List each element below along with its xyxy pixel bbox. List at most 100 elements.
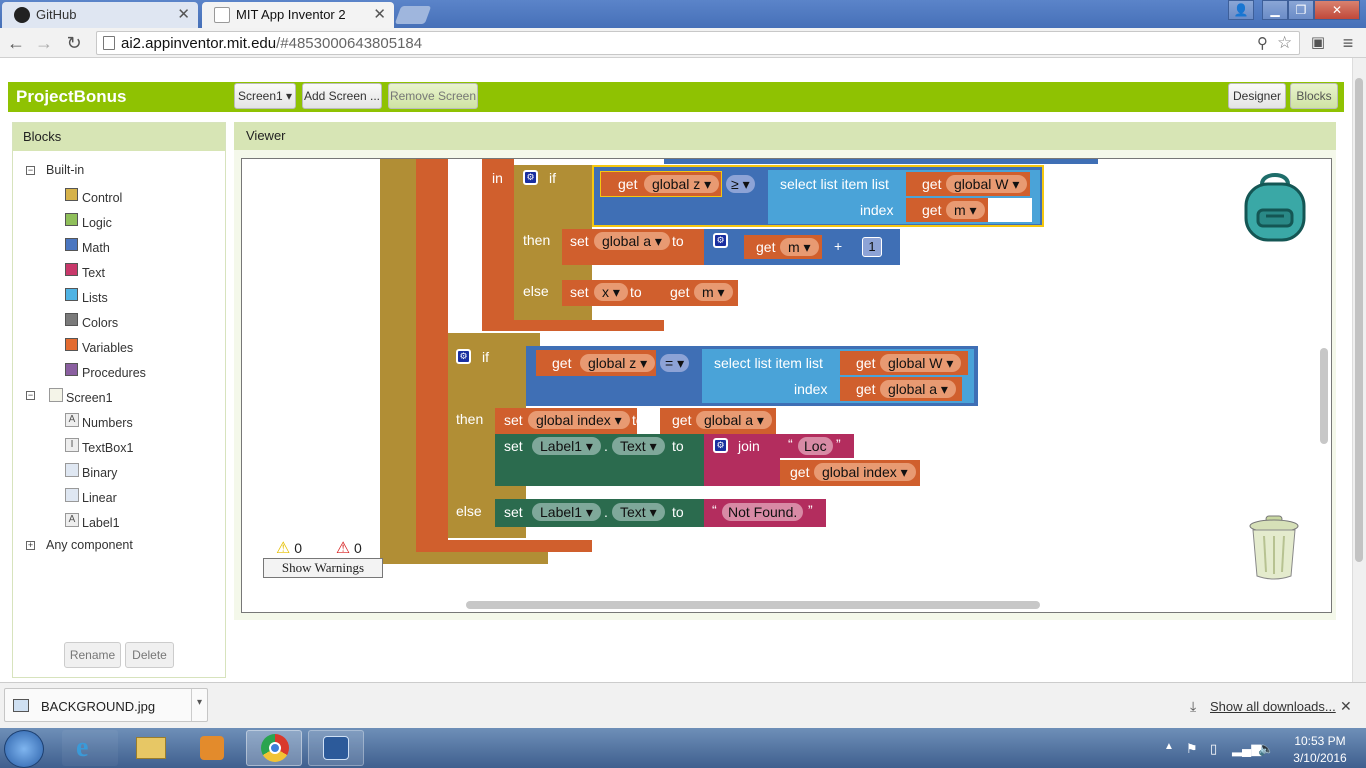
media-player-icon[interactable] [186, 730, 242, 766]
collapse-icon[interactable]: − [26, 166, 35, 175]
tree-label1[interactable]: Label1 [82, 516, 120, 530]
tree-binary[interactable]: Binary [82, 466, 117, 480]
m-dropdown[interactable]: m ▾ [780, 238, 819, 256]
control-block-footer[interactable] [380, 552, 548, 564]
address-bar[interactable]: ai2.appinventor.mit.edu/#485300064380518… [96, 31, 1300, 55]
remote-app-icon[interactable] [308, 730, 364, 766]
page-scrollbar-thumb[interactable] [1355, 78, 1363, 562]
tab-github[interactable]: GitHub ✕ [2, 2, 198, 28]
chevron-down-icon[interactable]: ▾ [197, 697, 202, 708]
label1-dropdown[interactable]: Label1 ▾ [532, 503, 601, 521]
show-all-downloads-link[interactable]: Show all downloads... [1210, 699, 1336, 714]
tree-colors[interactable]: Colors [82, 316, 118, 330]
action-center-icon[interactable]: ⚑ [1186, 741, 1198, 757]
tree-numbers[interactable]: Numbers [82, 416, 133, 430]
close-icon[interactable]: ✕ [1340, 698, 1352, 715]
rename-button[interactable]: Rename [64, 642, 121, 668]
eq-operator-dropdown[interactable]: = ▾ [660, 354, 690, 372]
tree-any-component[interactable]: Any component [46, 538, 133, 552]
tree-linear[interactable]: Linear [82, 491, 117, 505]
download-item[interactable]: BACKGROUND.jpg ▾ [4, 688, 208, 722]
m-dropdown[interactable]: m ▾ [946, 201, 985, 219]
m-dropdown[interactable]: m ▾ [694, 283, 733, 301]
key-icon[interactable]: ⚲ [1257, 34, 1268, 52]
local-variable-footer[interactable] [416, 540, 592, 552]
if-block-2-footer[interactable] [448, 527, 526, 538]
text-loc-value[interactable]: Loc [798, 437, 833, 455]
global-index-dropdown[interactable]: global index ▾ [814, 463, 916, 481]
explorer-icon[interactable] [124, 730, 180, 766]
label1-dropdown[interactable]: Label1 ▾ [532, 437, 601, 455]
tree-lists[interactable]: Lists [82, 291, 108, 305]
menu-icon[interactable]: ≡ [1336, 32, 1360, 54]
gte-operator-dropdown[interactable]: ≥ ▾ [726, 175, 755, 193]
global-index-dropdown[interactable]: global index ▾ [528, 411, 630, 429]
global-a-dropdown[interactable]: global a ▾ [696, 411, 772, 429]
close-window-icon[interactable]: ✕ [1314, 0, 1360, 20]
clock-date[interactable]: 3/10/2016 [1290, 751, 1350, 765]
global-w-dropdown[interactable]: global W ▾ [946, 175, 1028, 193]
extension-icon[interactable]: ▣ [1306, 32, 1330, 54]
text-property-dropdown[interactable]: Text ▾ [612, 503, 665, 521]
tree-control[interactable]: Control [82, 191, 122, 205]
if-block-2-top[interactable] [448, 333, 540, 347]
network-icon[interactable]: ▂▄▆ [1232, 741, 1261, 757]
text-property-dropdown[interactable]: Text ▾ [612, 437, 665, 455]
close-icon[interactable]: ✕ [373, 5, 386, 23]
add-screen-button[interactable]: Add Screen ... [302, 83, 382, 109]
chrome-icon[interactable] [246, 730, 302, 766]
x-dropdown[interactable]: x ▾ [594, 283, 628, 301]
tree-builtin[interactable]: Built-in [46, 163, 84, 177]
tree-text[interactable]: Text [82, 266, 105, 280]
minimize-icon[interactable]: ▁ [1262, 0, 1288, 20]
gear-icon[interactable]: ⚙ [713, 233, 728, 248]
local-variable-inner-footer[interactable] [482, 320, 664, 331]
global-a-dropdown[interactable]: global a ▾ [880, 380, 956, 398]
global-z-dropdown[interactable]: global z ▾ [580, 354, 656, 372]
close-icon[interactable]: ✕ [177, 5, 190, 23]
control-block-outer[interactable] [380, 159, 417, 564]
star-icon[interactable]: ☆ [1277, 33, 1292, 53]
tree-textbox1[interactable]: TextBox1 [82, 441, 133, 455]
tree-variables[interactable]: Variables [82, 341, 133, 355]
clock-time[interactable]: 10:53 PM [1290, 734, 1350, 748]
tree-math[interactable]: Math [82, 241, 110, 255]
select-list-item-label: select list item list [714, 355, 823, 371]
show-warnings-button[interactable]: Show Warnings [263, 558, 383, 578]
screen-selector[interactable]: Screen1 ▾ [234, 83, 296, 109]
local-variable-block[interactable] [416, 159, 448, 551]
back-icon[interactable]: ← [4, 32, 28, 54]
gear-icon[interactable]: ⚙ [456, 349, 471, 364]
restore-icon[interactable]: ❐ [1288, 0, 1314, 20]
text-not-found-value[interactable]: Not Found. [722, 503, 804, 521]
volume-icon[interactable]: 🔈 [1258, 741, 1274, 757]
remove-screen-button[interactable]: Remove Screen [388, 83, 478, 109]
global-a-dropdown[interactable]: global a ▾ [594, 232, 670, 250]
battery-icon[interactable]: ▯ [1210, 741, 1217, 757]
forward-icon[interactable]: → [32, 32, 56, 54]
number-one[interactable]: 1 [862, 237, 882, 257]
tab-app-inventor[interactable]: MIT App Inventor 2 ✕ [202, 2, 394, 28]
reload-icon[interactable]: ↻ [62, 32, 86, 54]
global-z-dropdown[interactable]: global z ▾ [644, 175, 720, 193]
designer-button[interactable]: Designer [1228, 83, 1286, 109]
start-button[interactable] [4, 730, 44, 768]
global-w-dropdown[interactable]: global W ▾ [880, 354, 962, 372]
gear-icon[interactable]: ⚙ [713, 438, 728, 453]
math-block-top[interactable] [664, 159, 1098, 164]
gear-icon[interactable]: ⚙ [523, 170, 538, 185]
tree-logic[interactable]: Logic [82, 216, 112, 230]
user-icon[interactable]: 👤 [1228, 0, 1254, 20]
backpack-icon[interactable] [1240, 172, 1310, 244]
collapse-icon[interactable]: − [26, 391, 35, 400]
tray-expand-icon[interactable]: ▲ [1164, 741, 1174, 752]
trash-icon[interactable] [1248, 514, 1300, 582]
workspace-vertical-scrollbar[interactable] [1320, 348, 1328, 444]
expand-icon[interactable]: + [26, 541, 35, 550]
delete-button[interactable]: Delete [125, 642, 174, 668]
blocks-button[interactable]: Blocks [1290, 83, 1338, 109]
ie-icon[interactable]: e [62, 730, 118, 766]
tree-screen1[interactable]: Screen1 [66, 391, 113, 405]
tree-procedures[interactable]: Procedures [82, 366, 146, 380]
workspace-horizontal-scrollbar[interactable] [466, 601, 1040, 609]
